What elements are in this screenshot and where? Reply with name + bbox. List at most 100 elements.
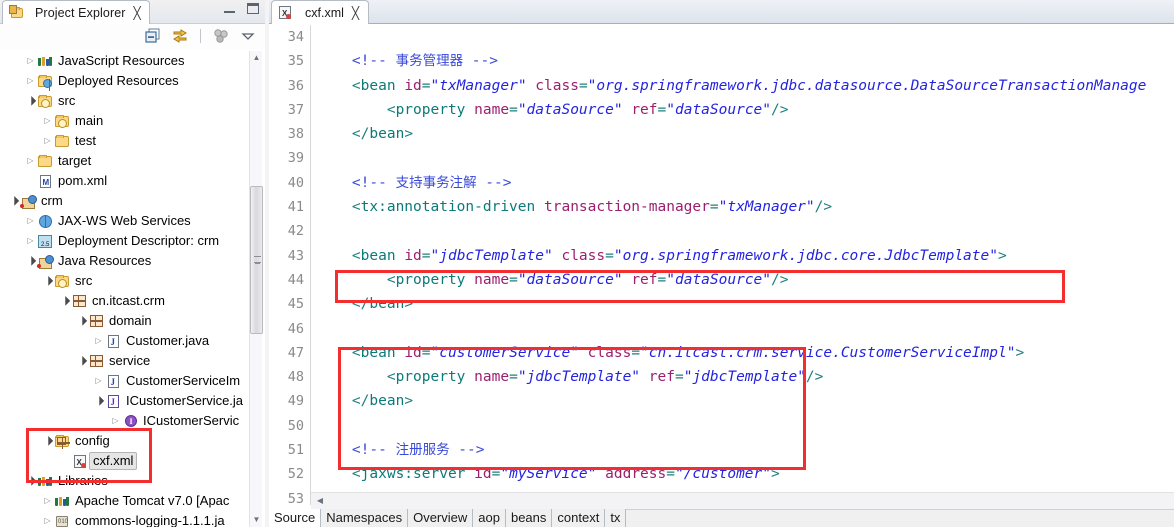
expand-arrow-icon[interactable]	[41, 137, 54, 145]
code-line[interactable]: <property name="dataSource" ref="dataSou…	[317, 268, 1174, 292]
code-line[interactable]: <property name="jdbcTemplate" ref="jdbcT…	[317, 365, 1174, 389]
scroll-up-arrow[interactable]: ▲	[250, 51, 263, 65]
tree-item-config[interactable]: config	[0, 431, 249, 451]
view-menu-icon[interactable]	[212, 27, 230, 45]
tree-item-apache-tomcat-v7-0-apac[interactable]: Apache Tomcat v7.0 [Apac	[0, 491, 249, 511]
tree-item-javascript-resources[interactable]: JavaScript Resources	[0, 51, 249, 71]
code-line[interactable]: </bean>	[317, 122, 1174, 146]
form-tab-namespaces[interactable]: Namespaces	[321, 509, 409, 527]
form-tab-tx[interactable]: tx	[605, 509, 627, 527]
expand-arrow-icon[interactable]	[24, 77, 37, 85]
scrollbar-thumb[interactable]	[250, 186, 263, 334]
tree-item-cn-itcast-crm[interactable]: cn.itcast.crm	[0, 291, 249, 311]
tree-item-deployed-resources[interactable]: Deployed Resources	[0, 71, 249, 91]
editor-horizontal-scrollbar[interactable]: ◀	[311, 492, 1174, 509]
tree-item-domain[interactable]: domain	[0, 311, 249, 331]
form-tab-context[interactable]: context	[552, 509, 606, 527]
close-icon[interactable]: ╳	[134, 6, 141, 20]
tree-item-commons-logging-1-1-1-ja[interactable]: 010 commons-logging-1.1.1.ja	[0, 511, 249, 527]
tab-cxf-xml[interactable]: X cxf.xml ╳	[271, 0, 370, 24]
maximize-icon[interactable]	[247, 3, 259, 14]
expand-arrow-icon[interactable]	[92, 377, 105, 385]
tree-item-test[interactable]: test	[0, 131, 249, 151]
tree-item-deployment-descriptor-crm[interactable]: 2.5 Deployment Descriptor: crm	[0, 231, 249, 251]
expand-arrow-icon[interactable]	[109, 417, 122, 425]
expand-arrow-icon[interactable]	[41, 497, 54, 505]
code-token-attr: name	[474, 369, 510, 386]
expand-arrow-icon[interactable]	[92, 337, 105, 345]
code-line[interactable]	[317, 317, 1174, 341]
explorer-vertical-scrollbar[interactable]: ▲ ▼	[249, 51, 263, 527]
collapse-arrow-icon[interactable]	[75, 357, 88, 366]
tree-item-target[interactable]: target	[0, 151, 249, 171]
collapse-arrow-icon[interactable]	[24, 477, 37, 486]
tree-item-icustomerservic[interactable]: I ICustomerServic	[0, 411, 249, 431]
link-with-editor-icon[interactable]	[171, 27, 189, 45]
code-token-attr: address	[605, 466, 667, 483]
code-line[interactable]: </bean>	[317, 292, 1174, 316]
tab-project-explorer[interactable]: Project Explorer ╳	[2, 0, 150, 24]
deployed-resources-icon	[37, 73, 54, 91]
expand-arrow-icon[interactable]	[41, 517, 54, 525]
code-area[interactable]: 34 35 36 37 38 39 40 41 42 43 44 45 46 47 48 49 50 51 52 53…	[269, 25, 1174, 505]
code-line[interactable]: <bean id="jdbcTemplate" class="org.sprin…	[317, 244, 1174, 268]
code-line[interactable]	[317, 146, 1174, 170]
tree-item-main[interactable]: main	[0, 111, 249, 131]
collapse-arrow-icon[interactable]	[92, 397, 105, 406]
form-tab-beans[interactable]: beans	[505, 509, 553, 527]
project-tree[interactable]: JavaScript Resources Deployed Resources sr…	[0, 51, 249, 527]
collapse-arrow-icon[interactable]	[41, 437, 54, 446]
code-line[interactable]	[317, 25, 1174, 49]
expand-arrow-icon[interactable]	[24, 217, 37, 225]
code-line[interactable]	[317, 414, 1174, 438]
minimize-icon[interactable]	[224, 4, 235, 13]
scroll-down-arrow[interactable]: ▼	[250, 513, 263, 527]
collapse-arrow-icon[interactable]	[7, 197, 20, 206]
collapse-arrow-icon[interactable]	[24, 257, 37, 266]
tree-item-label: commons-logging-1.1.1.ja	[75, 513, 225, 527]
tree-item-pom-xml[interactable]: Mpom.xml	[0, 171, 249, 191]
tree-item-jax-ws-web-services[interactable]: JAX-WS Web Services	[0, 211, 249, 231]
code-line[interactable]: <bean id="txManager" class="org.springfr…	[317, 74, 1174, 98]
editor-form-tabs[interactable]: Source Namespaces Overview aop beans context t…	[269, 509, 1174, 527]
tree-item-customerserviceim[interactable]: J CustomerServiceIm	[0, 371, 249, 391]
close-icon[interactable]: ╳	[352, 6, 359, 20]
code-line[interactable]: <tx:annotation-driven transaction-manage…	[317, 195, 1174, 219]
tree-item-icustomerservice-ja[interactable]: J ICustomerService.ja	[0, 391, 249, 411]
expand-arrow-icon[interactable]	[41, 117, 54, 125]
code-text[interactable]: <!-- 事务管理器 --> <bean id="txManager" clas…	[317, 25, 1174, 505]
code-line[interactable]: <!-- 事务管理器 -->	[317, 49, 1174, 73]
tree-item-libraries[interactable]: Libraries	[0, 471, 249, 491]
tree-item-customer-java[interactable]: J Customer.java	[0, 331, 249, 351]
chevron-down-icon[interactable]	[239, 27, 257, 45]
tree-item-src[interactable]: src	[0, 271, 249, 291]
tree-item-cxf-xml[interactable]: Xcxf.xml	[0, 451, 249, 471]
form-tab-source[interactable]: Source	[269, 509, 322, 527]
tree-item-service[interactable]: service	[0, 351, 249, 371]
code-line[interactable]: <!-- 支持事务注解 -->	[317, 171, 1174, 195]
code-line[interactable]: </bean>	[317, 389, 1174, 413]
collapse-arrow-icon[interactable]	[41, 277, 54, 286]
collapse-arrow-icon[interactable]	[58, 297, 71, 306]
tree-item-src[interactable]: src	[0, 91, 249, 111]
collapse-arrow-icon[interactable]	[75, 317, 88, 326]
code-line[interactable]: <!-- 注册服务 -->	[317, 438, 1174, 462]
form-tab-aop[interactable]: aop	[473, 509, 506, 527]
code-token-punc	[640, 369, 649, 385]
collapse-all-icon[interactable]	[144, 27, 162, 45]
expand-arrow-icon[interactable]	[24, 57, 37, 65]
code-line[interactable]: <jaxws:server id="myService" address="/c…	[317, 462, 1174, 486]
form-tab-overview[interactable]: Overview	[408, 509, 474, 527]
code-line[interactable]: <property name="dataSource" ref="dataSou…	[317, 98, 1174, 122]
tree-item-crm[interactable]: crm	[0, 191, 249, 211]
expand-arrow-icon[interactable]	[24, 237, 37, 245]
collapse-arrow-icon[interactable]	[24, 97, 37, 106]
code-token-attr: class	[535, 77, 579, 94]
code-token-val: "jdbcTemplate"	[683, 369, 806, 386]
line-number: 49	[287, 393, 304, 410]
code-line[interactable]	[317, 219, 1174, 243]
tree-item-java-resources[interactable]: Java Resources	[0, 251, 249, 271]
code-line[interactable]: <bean id="customerService" class="cn.itc…	[317, 341, 1174, 365]
scroll-left-arrow[interactable]: ◀	[313, 494, 327, 508]
expand-arrow-icon[interactable]	[24, 157, 37, 165]
